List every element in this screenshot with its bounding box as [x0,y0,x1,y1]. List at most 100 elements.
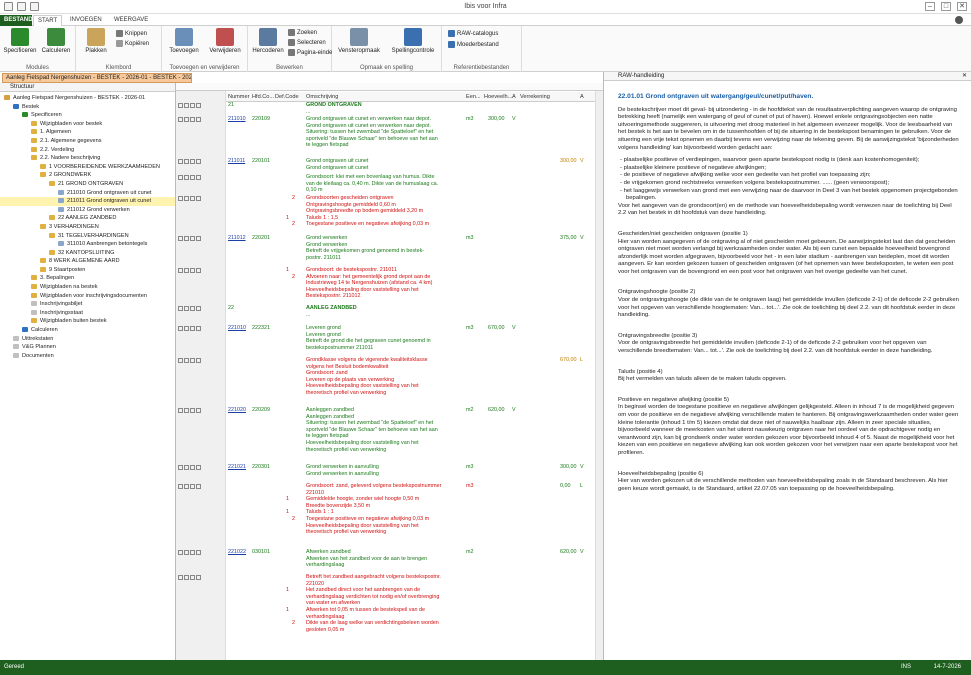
expand-icon[interactable] [178,196,183,201]
tree-node[interactable]: 211011 Grond ontgraven uit cunet [0,197,175,206]
spellingcontrole-button[interactable]: Spellingcontrole [388,28,438,54]
expand-icon[interactable] [178,484,183,489]
column-header[interactable]: Hfd.Co... [252,94,274,100]
tree-node[interactable]: 2.2. Nadere beschrijving [0,154,175,163]
info-icon[interactable] [184,408,189,413]
tab-bestand[interactable]: BESTAND [0,15,33,26]
flag-icon[interactable] [196,465,201,470]
expand-icon[interactable] [178,117,183,122]
tree-node[interactable]: Inschrijvingsbiljet [0,300,175,309]
expand-icon[interactable] [178,326,183,331]
tree-node[interactable]: 2.2. Verdeling [0,146,175,155]
info-icon[interactable] [184,484,189,489]
info-icon[interactable] [184,306,189,311]
flag-icon[interactable] [196,326,201,331]
flag-icon[interactable] [196,575,201,580]
tree-node[interactable]: Aanleg Fietspad Nergenshuizen - BESTEK -… [0,94,175,103]
edit-icon[interactable] [190,268,195,273]
tree-node[interactable]: Bestek [0,103,175,112]
info-icon[interactable] [184,175,189,180]
document-tab[interactable]: Aanleg Fietspad Nergenshuizen - BESTEK -… [2,73,192,83]
tree-node[interactable]: 2 GRONDWERK [0,171,175,180]
tree-node[interactable]: 211010 Grond ontgraven uit cunet [0,189,175,198]
tree-node[interactable]: 9 Staartposten [0,266,175,275]
column-header[interactable]: Def.Code [275,94,299,100]
close-icon[interactable]: ✕ [962,72,967,80]
edit-icon[interactable] [190,484,195,489]
info-icon[interactable] [184,358,189,363]
tree-node[interactable]: 31 TEGELVERHARDINGEN [0,232,175,241]
edit-icon[interactable] [190,117,195,122]
column-header[interactable]: Hoeveelh... [484,94,512,100]
info-icon[interactable] [184,575,189,580]
edit-icon[interactable] [190,408,195,413]
tree-node[interactable]: Wijzigbladen voor inschrijvingsdocumente… [0,292,175,301]
calculeren-button[interactable]: Calculeren [38,28,74,54]
expand-icon[interactable] [178,103,183,108]
expand-icon[interactable] [178,550,183,555]
flag-icon[interactable] [196,306,201,311]
maximize-button[interactable]: □ [941,2,951,11]
expand-icon[interactable] [178,306,183,311]
flag-icon[interactable] [196,159,201,164]
edit-icon[interactable] [190,159,195,164]
edit-icon[interactable] [190,575,195,580]
verwijderen-button[interactable]: Verwijderen [204,28,246,54]
flag-icon[interactable] [196,408,201,413]
edit-icon[interactable] [190,358,195,363]
vertical-scrollbar[interactable] [595,91,603,660]
edit-icon[interactable] [190,196,195,201]
tree-node[interactable]: 3 VERHARDINGEN [0,223,175,232]
flag-icon[interactable] [196,196,201,201]
info-icon[interactable] [184,268,189,273]
raw-catalogus-button[interactable]: RAW-catalogus [448,30,498,37]
edit-icon[interactable] [190,236,195,241]
tree-node[interactable]: Documenten [0,352,175,361]
expand-icon[interactable] [178,575,183,580]
flag-icon[interactable] [196,117,201,122]
flag-icon[interactable] [196,484,201,489]
info-icon[interactable] [184,196,189,201]
column-header[interactable]: Verrekening [520,94,550,100]
tab-weergave[interactable]: WEERGAVE [110,15,152,26]
flag-icon[interactable] [196,175,201,180]
flag-icon[interactable] [196,358,201,363]
column-header[interactable]: Een... [466,94,481,100]
tree-node[interactable]: Specificeren [0,111,175,120]
tree-node[interactable]: 32 KANTOPSLUITING [0,249,175,258]
tree-node[interactable]: Uittrekstaten [0,335,175,344]
tree-node[interactable]: Wijzigbladen voor bestek [0,120,175,129]
tab-start[interactable]: START [33,15,63,26]
column-header[interactable]: Nummer [228,94,249,100]
flag-icon[interactable] [196,550,201,555]
hercoderen-button[interactable]: Hercoderen [250,28,286,54]
tree-node[interactable]: 311010 Aanbrengen betontegels [0,240,175,249]
tree-node[interactable]: V&G Plannen [0,343,175,352]
close-button[interactable]: ✕ [957,2,967,11]
tree-node[interactable]: 3. Bepalingen [0,274,175,283]
tree-node[interactable]: Inschrijvingsstaat [0,309,175,318]
flag-icon[interactable] [196,103,201,108]
toevoegen-button[interactable]: Toevoegen [164,28,204,54]
expand-icon[interactable] [178,175,183,180]
knippen-button[interactable]: Knippen [116,30,147,37]
user-icon[interactable] [955,16,963,24]
kopieren-button[interactable]: Kopiëren [116,40,149,47]
expand-icon[interactable] [178,465,183,470]
info-icon[interactable] [184,103,189,108]
expand-icon[interactable] [178,358,183,363]
info-icon[interactable] [184,326,189,331]
pagina-einde-button[interactable]: Pagina-einde [288,49,332,56]
tab-invoegen[interactable]: INVOEGEN [66,15,106,26]
specificeren-button[interactable]: Specificeren [2,28,38,54]
expand-icon[interactable] [178,408,183,413]
column-header[interactable]: Omschrijving [306,94,338,100]
tree-node[interactable]: 22 AANLEG ZANDBED [0,214,175,223]
zoeken-button[interactable]: Zoeken [288,29,317,36]
tree-node[interactable]: 1. Algemeen [0,128,175,137]
tree-node[interactable]: 211012 Grond verwerken [0,206,175,215]
column-header[interactable]: A [580,94,584,100]
tree-node[interactable]: Wijzigbladen na bestek [0,283,175,292]
tree-node[interactable]: 21 GROND ONTGRAVEN [0,180,175,189]
minimize-button[interactable]: – [925,2,935,11]
